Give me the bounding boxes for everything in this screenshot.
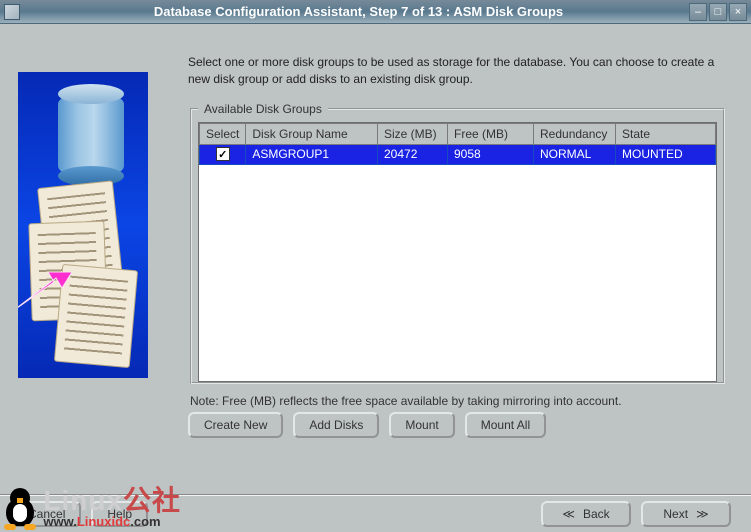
cancel-button[interactable]: Cancel — [12, 501, 81, 527]
intro-text: Select one or more disk groups to be use… — [188, 54, 727, 88]
wizard-footer: Cancel Help ≪ Back Next ≫ — [0, 496, 751, 532]
table-row[interactable]: ASMGROUP1 20472 9058 NORMAL MOUNTED — [200, 144, 716, 164]
chevron-left-icon: ≪ — [562, 507, 575, 521]
col-size[interactable]: Size (MB) — [378, 123, 448, 144]
disk-groups-table-wrap[interactable]: Select Disk Group Name Size (MB) Free (M… — [198, 122, 717, 382]
wizard-main-panel: Select one or more disk groups to be use… — [160, 24, 751, 494]
maximize-button[interactable]: □ — [709, 3, 727, 21]
close-button[interactable]: × — [729, 3, 747, 21]
row-size: 20472 — [378, 144, 448, 164]
window-title: Database Configuration Assistant, Step 7… — [28, 4, 689, 19]
row-select-cell[interactable] — [200, 144, 246, 164]
next-button[interactable]: Next ≫ — [641, 501, 731, 527]
system-menu-icon[interactable] — [4, 4, 20, 20]
available-disk-groups-box: Available Disk Groups Select Disk Group … — [190, 102, 725, 384]
wizard-illustration-panel — [0, 24, 160, 494]
col-select[interactable]: Select — [200, 123, 246, 144]
checkbox-checked-icon[interactable] — [216, 147, 230, 161]
chevron-right-icon: ≫ — [696, 507, 709, 521]
back-button[interactable]: ≪ Back — [541, 501, 631, 527]
row-redundancy: NORMAL — [534, 144, 616, 164]
disk-group-actions: Create New Add Disks Mount Mount All — [188, 412, 727, 438]
wizard-illustration — [18, 72, 148, 378]
mount-all-button[interactable]: Mount All — [465, 412, 546, 438]
groupbox-legend: Available Disk Groups — [198, 102, 328, 116]
row-name: ASMGROUP1 — [246, 144, 378, 164]
col-name[interactable]: Disk Group Name — [246, 123, 378, 144]
minimize-button[interactable]: – — [689, 3, 707, 21]
database-cylinder-icon — [58, 92, 124, 178]
create-new-button[interactable]: Create New — [188, 412, 283, 438]
add-disks-button[interactable]: Add Disks — [293, 412, 379, 438]
row-free: 9058 — [448, 144, 534, 164]
titlebar: Database Configuration Assistant, Step 7… — [0, 0, 751, 24]
col-redundancy[interactable]: Redundancy — [534, 123, 616, 144]
mirroring-note: Note: Free (MB) reflects the free space … — [190, 394, 725, 408]
help-button[interactable]: Help — [91, 501, 148, 527]
col-free[interactable]: Free (MB) — [448, 123, 534, 144]
mount-button[interactable]: Mount — [389, 412, 454, 438]
arrow-icon — [18, 272, 72, 302]
back-button-label: Back — [583, 507, 610, 521]
disk-groups-table: Select Disk Group Name Size (MB) Free (M… — [199, 123, 716, 165]
col-state[interactable]: State — [616, 123, 716, 144]
next-button-label: Next — [663, 507, 688, 521]
row-state: MOUNTED — [616, 144, 716, 164]
